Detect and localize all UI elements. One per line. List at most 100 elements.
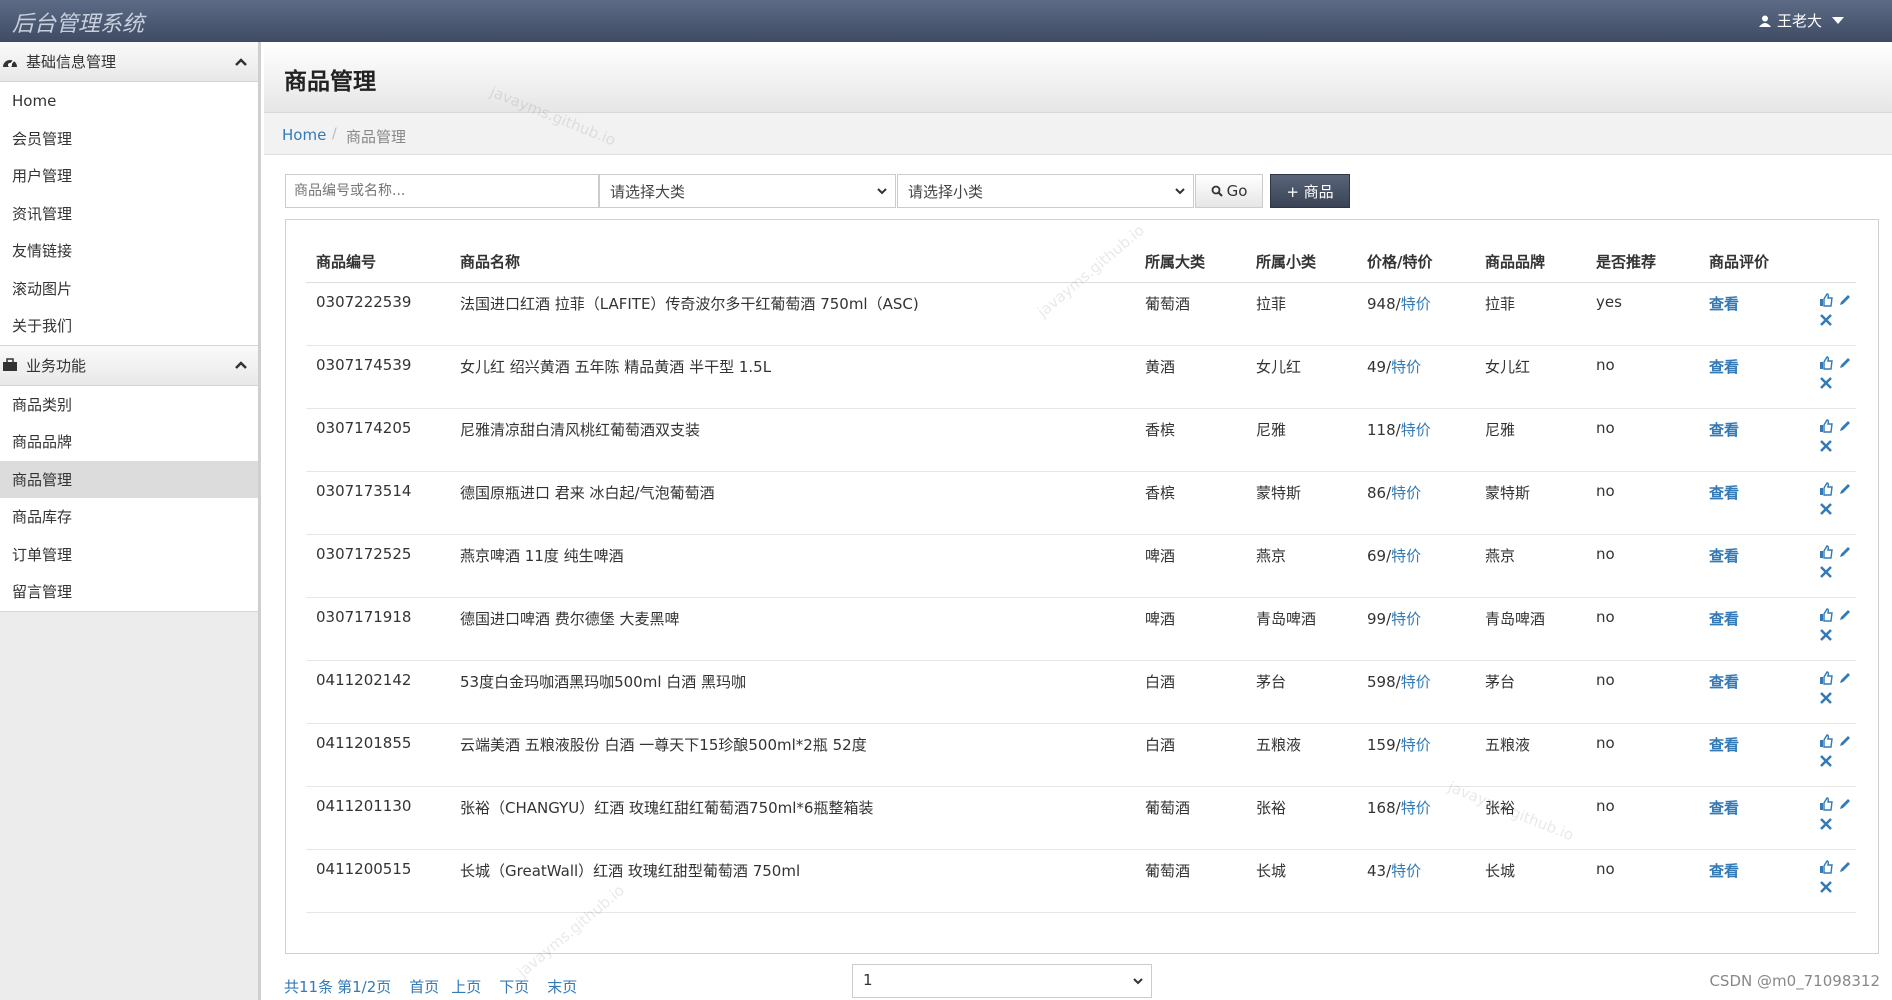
cell-id: 0307174539 bbox=[306, 345, 450, 409]
view-evaluation-link[interactable]: 查看 bbox=[1709, 358, 1739, 376]
close-icon[interactable] bbox=[1819, 691, 1833, 705]
pencil-icon[interactable] bbox=[1838, 356, 1852, 370]
view-evaluation-link[interactable]: 查看 bbox=[1709, 673, 1739, 691]
breadcrumb-home-link[interactable]: Home bbox=[282, 126, 326, 144]
thumbs-up-icon[interactable] bbox=[1819, 355, 1833, 370]
column-header-actions bbox=[1809, 242, 1856, 283]
cell-subcategory: 尼雅 bbox=[1246, 408, 1357, 472]
close-icon[interactable] bbox=[1819, 439, 1833, 453]
sidebar-item-links[interactable]: 友情链接 bbox=[0, 232, 258, 270]
sidebar-section-basic[interactable]: 基础信息管理 bbox=[0, 42, 258, 82]
close-icon[interactable] bbox=[1819, 817, 1833, 831]
cell-brand: 张裕 bbox=[1475, 786, 1586, 850]
breadcrumb: Home / 商品管理 bbox=[264, 113, 1892, 155]
search-go-button[interactable]: Go bbox=[1195, 174, 1263, 208]
cell-category: 白酒 bbox=[1135, 660, 1246, 724]
page-jump-select[interactable]: 1 bbox=[852, 964, 1152, 998]
cell-id: 0411202142 bbox=[306, 660, 450, 724]
column-header-price: 价格/特价 bbox=[1357, 242, 1475, 283]
sidebar-item-carousel[interactable]: 滚动图片 bbox=[0, 270, 258, 308]
pencil-icon[interactable] bbox=[1838, 608, 1852, 622]
sidebar-item-messages[interactable]: 留言管理 bbox=[0, 573, 258, 611]
pencil-icon[interactable] bbox=[1838, 671, 1852, 685]
view-evaluation-link[interactable]: 查看 bbox=[1709, 295, 1739, 313]
pagination-first[interactable]: 首页 bbox=[409, 976, 439, 997]
sidebar-item-news[interactable]: 资讯管理 bbox=[0, 195, 258, 233]
sidebar-item-categories[interactable]: 商品类别 bbox=[0, 386, 258, 424]
thumbs-up-icon[interactable] bbox=[1819, 481, 1833, 496]
close-icon[interactable] bbox=[1819, 628, 1833, 642]
pagination-last[interactable]: 末页 bbox=[547, 976, 577, 997]
cell-evaluation: 查看 bbox=[1699, 471, 1809, 535]
chevron-up-icon[interactable] bbox=[234, 360, 248, 370]
price-value: 49/ bbox=[1367, 357, 1392, 376]
special-price-link[interactable]: 特价 bbox=[1391, 862, 1421, 880]
thumbs-up-icon[interactable] bbox=[1819, 544, 1833, 559]
close-icon[interactable] bbox=[1819, 313, 1833, 327]
pencil-icon[interactable] bbox=[1838, 734, 1852, 748]
thumbs-up-icon[interactable] bbox=[1819, 733, 1833, 748]
special-price-link[interactable]: 特价 bbox=[1391, 358, 1421, 376]
category-select-value: 请选择大类 bbox=[610, 182, 686, 201]
thumbs-up-icon[interactable] bbox=[1819, 418, 1833, 433]
pencil-icon[interactable] bbox=[1838, 860, 1852, 874]
page-jump-value: 1 bbox=[863, 971, 873, 989]
pencil-icon[interactable] bbox=[1838, 419, 1852, 433]
close-icon[interactable] bbox=[1819, 565, 1833, 579]
sidebar-item-products[interactable]: 商品管理 bbox=[0, 460, 258, 498]
special-price-link[interactable]: 特价 bbox=[1391, 610, 1421, 628]
cell-name: 张裕（CHANGYU）红酒 玫瑰红甜红葡萄酒750ml*6瓶整箱装 bbox=[450, 786, 1135, 850]
search-input[interactable] bbox=[285, 174, 599, 208]
sidebar-item-orders[interactable]: 订单管理 bbox=[0, 536, 258, 574]
thumbs-up-icon[interactable] bbox=[1819, 292, 1833, 307]
sidebar-item-about[interactable]: 关于我们 bbox=[0, 307, 258, 345]
view-evaluation-link[interactable]: 查看 bbox=[1709, 862, 1739, 880]
thumbs-up-icon[interactable] bbox=[1819, 859, 1833, 874]
special-price-link[interactable]: 特价 bbox=[1401, 673, 1431, 691]
special-price-link[interactable]: 特价 bbox=[1391, 547, 1421, 565]
close-icon[interactable] bbox=[1819, 502, 1833, 516]
special-price-link[interactable]: 特价 bbox=[1401, 736, 1431, 754]
user-menu[interactable]: 王老大 bbox=[1758, 10, 1844, 31]
view-evaluation-link[interactable]: 查看 bbox=[1709, 799, 1739, 817]
chevron-up-icon[interactable] bbox=[234, 57, 248, 67]
sidebar-item-home[interactable]: Home bbox=[0, 82, 258, 120]
add-product-button[interactable]: + 商品 bbox=[1270, 174, 1350, 208]
pencil-icon[interactable] bbox=[1838, 482, 1852, 496]
special-price-link[interactable]: 特价 bbox=[1401, 295, 1431, 313]
cell-price: 69/特价 bbox=[1357, 534, 1475, 598]
view-evaluation-link[interactable]: 查看 bbox=[1709, 610, 1739, 628]
view-evaluation-link[interactable]: 查看 bbox=[1709, 547, 1739, 565]
view-evaluation-link[interactable]: 查看 bbox=[1709, 421, 1739, 439]
pencil-icon[interactable] bbox=[1838, 545, 1852, 559]
thumbs-up-icon[interactable] bbox=[1819, 607, 1833, 622]
view-evaluation-link[interactable]: 查看 bbox=[1709, 484, 1739, 502]
subcategory-select[interactable]: 请选择小类 bbox=[897, 174, 1194, 208]
cell-recommended: no bbox=[1586, 534, 1699, 598]
close-icon[interactable] bbox=[1819, 376, 1833, 390]
pagination-next[interactable]: 下页 bbox=[499, 976, 529, 997]
cell-brand: 五粮液 bbox=[1475, 723, 1586, 787]
sidebar-item-inventory[interactable]: 商品库存 bbox=[0, 498, 258, 536]
cell-brand: 茅台 bbox=[1475, 660, 1586, 724]
sidebar-item-members[interactable]: 会员管理 bbox=[0, 120, 258, 158]
view-evaluation-link[interactable]: 查看 bbox=[1709, 736, 1739, 754]
pencil-icon[interactable] bbox=[1838, 293, 1852, 307]
category-select[interactable]: 请选择大类 bbox=[599, 174, 896, 208]
thumbs-up-icon[interactable] bbox=[1819, 796, 1833, 811]
cell-subcategory: 燕京 bbox=[1246, 534, 1357, 598]
special-price-link[interactable]: 特价 bbox=[1401, 421, 1431, 439]
sidebar-section-business[interactable]: 业务功能 bbox=[0, 345, 258, 386]
cell-recommended: no bbox=[1586, 471, 1699, 535]
close-icon[interactable] bbox=[1819, 754, 1833, 768]
special-price-link[interactable]: 特价 bbox=[1391, 484, 1421, 502]
sidebar-item-users[interactable]: 用户管理 bbox=[0, 157, 258, 195]
pagination-prev[interactable]: 上页 bbox=[451, 976, 481, 997]
pencil-icon[interactable] bbox=[1838, 797, 1852, 811]
sidebar-list-basic: Home 会员管理 用户管理 资讯管理 友情链接 滚动图片 关于我们 bbox=[0, 82, 258, 346]
special-price-link[interactable]: 特价 bbox=[1401, 799, 1431, 817]
cell-actions bbox=[1809, 471, 1856, 535]
sidebar-item-brands[interactable]: 商品品牌 bbox=[0, 423, 258, 461]
close-icon[interactable] bbox=[1819, 880, 1833, 894]
thumbs-up-icon[interactable] bbox=[1819, 670, 1833, 685]
